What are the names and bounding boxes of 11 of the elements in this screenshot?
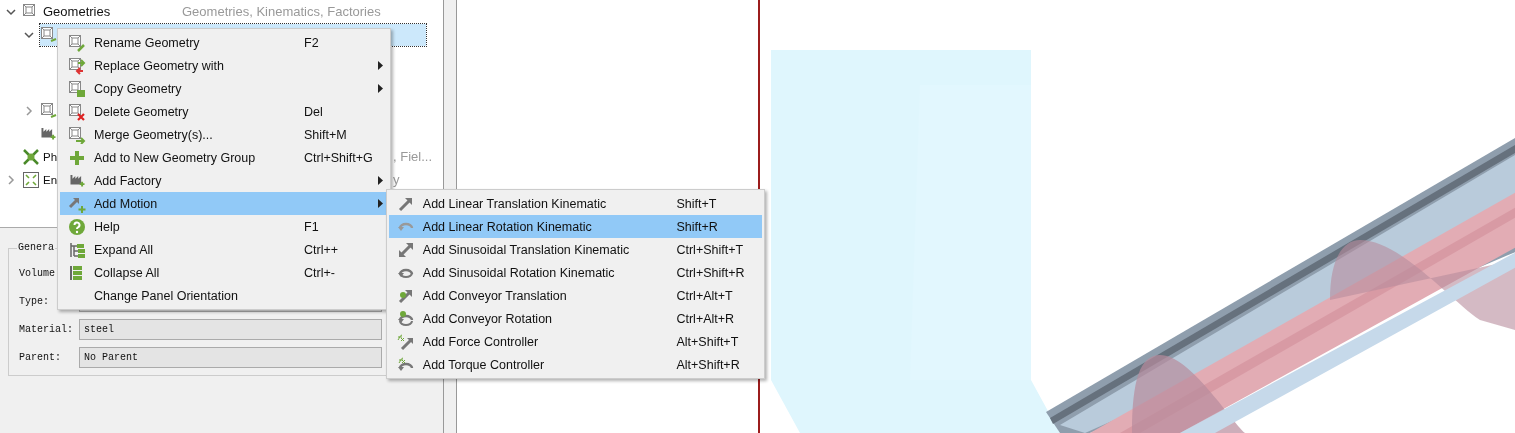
tree-label: En [43,173,58,186]
tree-description: , Fiel... [393,149,432,164]
group-title: Genera [17,242,55,253]
field-label: Material: [19,324,74,335]
field-label: Parent: [19,352,62,363]
tree-label: Geometries [43,4,111,19]
field-label: Type: [19,296,50,307]
tree-description: Geometries, Kinematics, Factories [182,4,381,19]
field-label: Volume [19,268,56,279]
tree-description: y [393,172,400,187]
tree-label: Ph [43,150,58,163]
